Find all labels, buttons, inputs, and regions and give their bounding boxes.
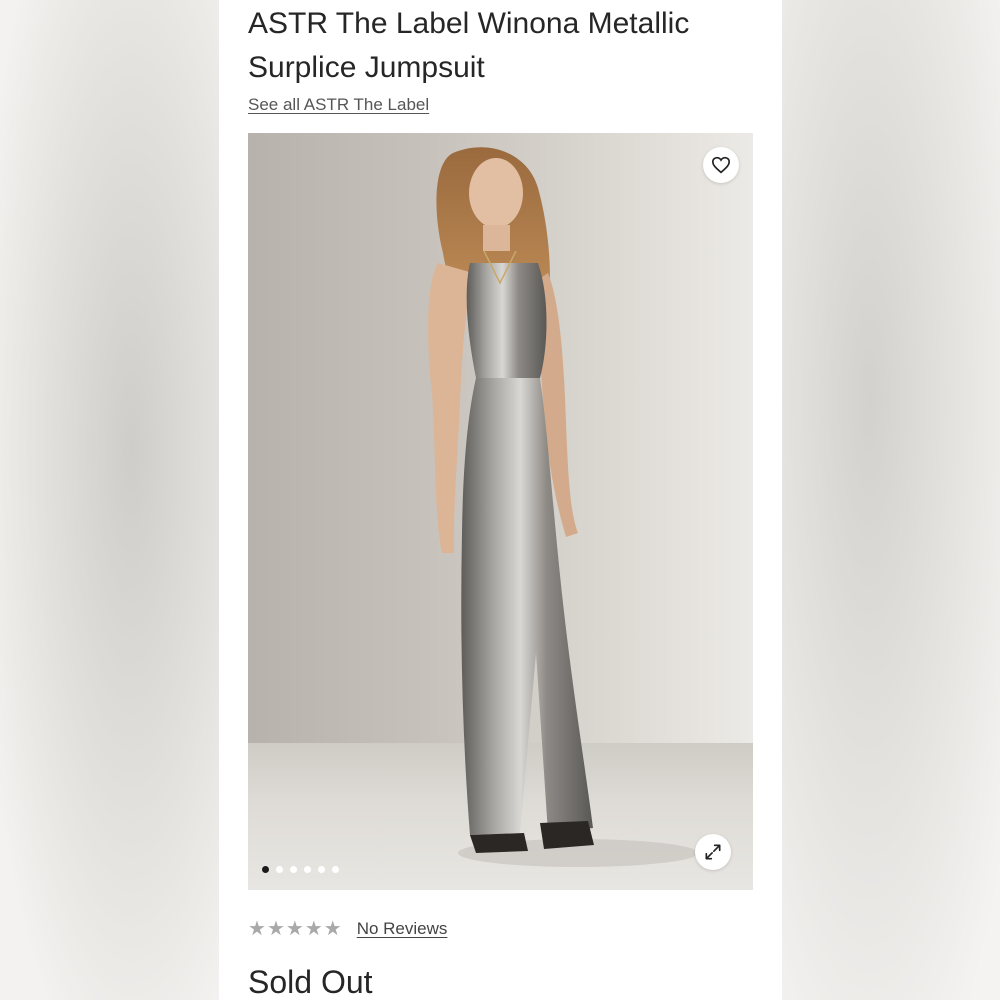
heart-icon [711, 156, 731, 174]
see-all-brand-link[interactable]: See all ASTR The Label [248, 95, 429, 115]
product-title: ASTR The Label Winona Metallic Surplice … [248, 2, 748, 90]
background-blur-right [782, 0, 1000, 1000]
star-icon: ★ [304, 918, 323, 940]
gallery-pagination-dots [262, 866, 339, 873]
product-title-line-1: ASTR The Label Winona Metallic [248, 7, 690, 40]
gallery-dot-4[interactable] [304, 866, 311, 873]
star-icon: ★ [248, 918, 266, 940]
star-icon: ★ [266, 918, 285, 940]
star-icon: ★ [323, 918, 342, 940]
star-rating: ★ ★ ★ ★ ★ [248, 917, 342, 941]
rating-row: ★ ★ ★ ★ ★ No Reviews [248, 917, 447, 941]
reviews-link[interactable]: No Reviews [357, 919, 448, 939]
gallery-dot-1[interactable] [262, 866, 269, 873]
expand-image-button[interactable] [695, 834, 731, 870]
favorite-button[interactable] [703, 147, 739, 183]
product-title-line-2: Surplice Jumpsuit [248, 51, 485, 84]
gallery-dot-5[interactable] [318, 866, 325, 873]
gallery-dot-6[interactable] [332, 866, 339, 873]
product-photo [428, 147, 698, 867]
star-icon: ★ [285, 918, 304, 940]
product-image-gallery[interactable] [248, 133, 753, 890]
availability-status: Sold Out [248, 964, 373, 1000]
background-blur-left [0, 0, 219, 1000]
product-page: ASTR The Label Winona Metallic Surplice … [219, 0, 782, 1000]
gallery-dot-3[interactable] [290, 866, 297, 873]
expand-icon [705, 844, 721, 860]
gallery-dot-2[interactable] [276, 866, 283, 873]
